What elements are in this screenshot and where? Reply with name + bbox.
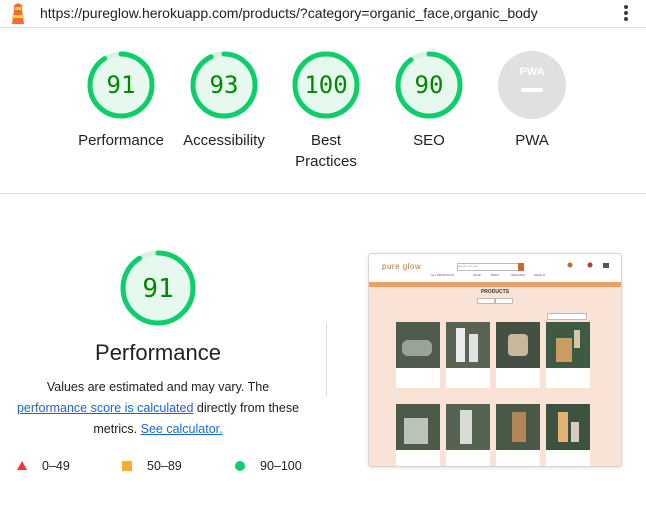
- pwa-badge-icon: PWA: [498, 51, 566, 119]
- gauge-performance[interactable]: 91: [86, 50, 156, 120]
- gauge-label-best-practices: Best Practices: [276, 130, 376, 172]
- gauge-label-performance: Performance: [78, 132, 164, 149]
- thumb-products-heading: PRODUCTS: [480, 289, 510, 295]
- gauge-seo[interactable]: 90: [394, 50, 464, 120]
- thumb-menu-item: FACE: [473, 273, 481, 277]
- heart-icon: [587, 262, 593, 268]
- performance-gauge-large: 91: [119, 249, 197, 327]
- score-calculated-link[interactable]: performance score is calculated: [17, 401, 193, 415]
- thumb-menu-item: SALE %: [534, 273, 546, 277]
- gauge-best-practices[interactable]: 100: [291, 50, 361, 120]
- address-bar: https://pureglow.herokuapp.com/products/…: [0, 0, 646, 28]
- gauge-label-seo: SEO: [413, 132, 445, 149]
- score-gauge-ring: 91: [87, 51, 155, 119]
- final-screenshot-thumbnail[interactable]: pure glow search our site ALL PRODUCTS F…: [368, 253, 622, 467]
- score-gauge-ring: 90: [395, 51, 463, 119]
- pass-circle-icon: [235, 461, 245, 471]
- desc-text: directly from these: [193, 401, 300, 415]
- gauge-score: 100: [304, 71, 347, 99]
- see-calculator-link[interactable]: See calculator.: [141, 422, 223, 436]
- gauge-score: 91: [107, 71, 136, 99]
- legend-item-average: 50–89: [122, 459, 182, 473]
- fail-triangle-icon: [17, 461, 27, 470]
- thumb-product-card: [446, 404, 490, 466]
- gauge-label-line: Practices: [295, 153, 357, 170]
- legend-range: 90–100: [260, 459, 302, 473]
- performance-description: Values are estimated and may vary. The p…: [8, 377, 308, 440]
- thumb-product-image: [546, 404, 590, 450]
- lighthouse-icon: [12, 3, 24, 24]
- gauge-score: 93: [210, 71, 239, 99]
- url-text[interactable]: https://pureglow.herokuapp.com/products/…: [40, 5, 538, 21]
- thumb-menu: ALL PRODUCTS FACE BODY ORGANIC SALE %: [369, 273, 621, 281]
- thumb-product-card: [546, 404, 590, 466]
- thumb-product-card: [396, 404, 440, 466]
- score-gauge-ring: 91: [120, 250, 196, 326]
- thumb-filter-chip: [495, 298, 513, 304]
- gauge-label-pwa: PWA: [515, 132, 549, 149]
- pwa-badge-text: PWA: [519, 66, 544, 78]
- thumb-navbar: pure glow search our site ALL PRODUCTS F…: [369, 254, 621, 280]
- thumb-filter-chip: [477, 298, 495, 304]
- score-gauge-ring: 93: [190, 51, 258, 119]
- thumb-product-image: [496, 404, 540, 450]
- thumb-product-card: [496, 322, 540, 388]
- legend-item-fail: 0–49: [17, 459, 70, 473]
- gauge-score: 91: [142, 274, 173, 304]
- thumb-sort-select: [547, 313, 587, 320]
- vertical-divider: [326, 322, 327, 397]
- legend-item-pass: 90–100: [235, 459, 302, 473]
- section-divider: [0, 193, 646, 194]
- gauge-label-accessibility: Accessibility: [183, 132, 265, 149]
- bag-icon: [603, 263, 609, 268]
- kebab-menu-icon[interactable]: [621, 4, 631, 22]
- thumb-search: search our site: [457, 263, 519, 271]
- thumb-product-card: [396, 322, 440, 388]
- thumb-search-button: [518, 263, 524, 271]
- thumb-menu-item: ORGANIC: [511, 273, 526, 277]
- thumb-product-card: [446, 322, 490, 388]
- thumb-product-card: [546, 322, 590, 388]
- desc-text: metrics.: [93, 422, 141, 436]
- legend-range: 50–89: [147, 459, 182, 473]
- thumb-product-image: [546, 322, 590, 368]
- score-gauge-ring: 100: [292, 51, 360, 119]
- account-icon: [567, 262, 573, 268]
- gauge-score: 90: [415, 71, 444, 99]
- thumb-product-image: [446, 404, 490, 450]
- thumb-product-image: [396, 322, 440, 368]
- thumb-brand: pure glow: [382, 262, 422, 271]
- gauge-accessibility[interactable]: 93: [189, 50, 259, 120]
- performance-title: Performance: [95, 340, 221, 365]
- average-square-icon: [122, 461, 132, 471]
- gauge-label-line: Best: [310, 132, 341, 149]
- thumb-product-image: [446, 322, 490, 368]
- thumb-menu-item: ALL PRODUCTS: [431, 273, 454, 277]
- thumb-product-card: [496, 404, 540, 466]
- legend-range: 0–49: [42, 459, 70, 473]
- thumb-product-image: [496, 322, 540, 368]
- thumb-menu-item: BODY: [491, 273, 500, 277]
- desc-text: Values are estimated and may vary. The: [46, 380, 270, 394]
- gauge-pwa[interactable]: PWA: [497, 50, 567, 120]
- thumb-product-image: [396, 404, 440, 450]
